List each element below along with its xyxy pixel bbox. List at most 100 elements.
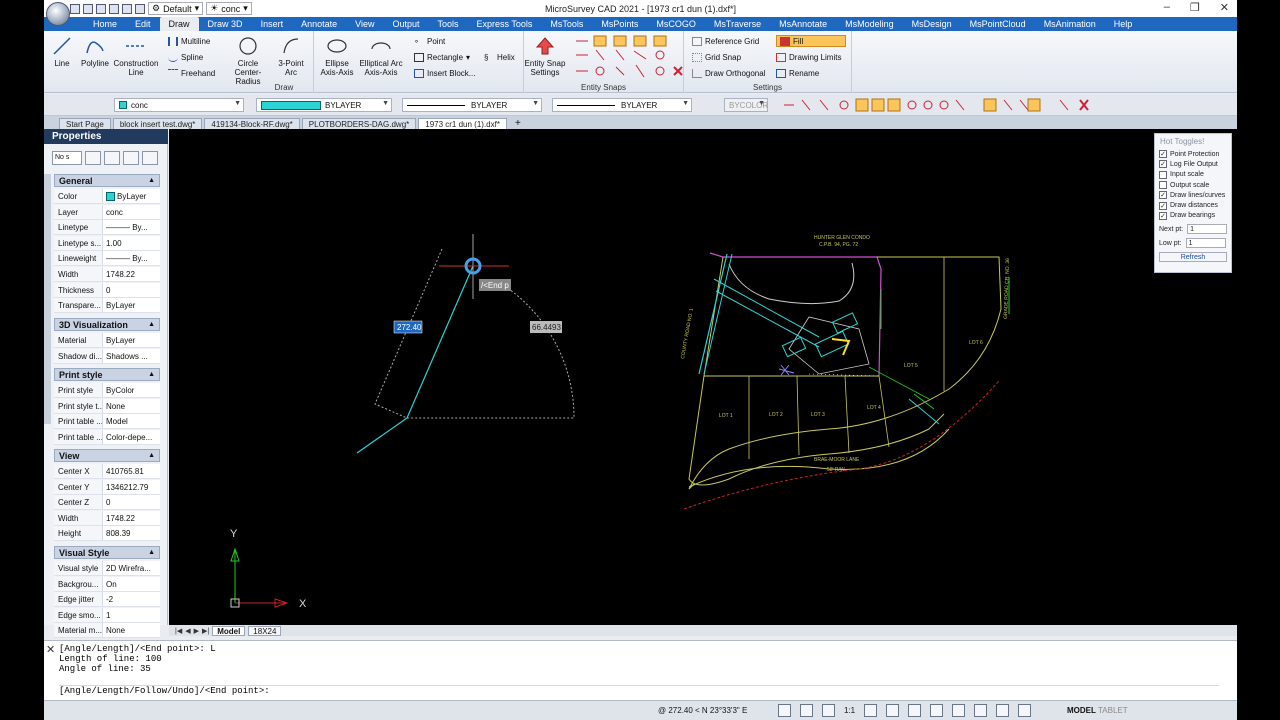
- multiline-button[interactable]: Multiline: [168, 35, 210, 47]
- checked-icon[interactable]: ✓: [1159, 211, 1167, 220]
- toggle-checkbox[interactable]: ✓ Log File Output: [1155, 159, 1231, 169]
- property-row[interactable]: Height 808.39: [54, 526, 160, 542]
- property-row[interactable]: Print table ... Model: [54, 414, 160, 430]
- property-value[interactable]: ByLayer: [103, 298, 160, 312]
- annotation-icon[interactable]: [864, 704, 878, 717]
- linetype-combo[interactable]: BYLAYER ▼: [402, 98, 542, 112]
- property-value[interactable]: None: [103, 623, 160, 637]
- workspace-dropdown[interactable]: ⚙ Default ▾: [148, 2, 204, 15]
- rectangle-button[interactable]: Rectangle ▾: [414, 51, 470, 63]
- last-layout-icon[interactable]: ▶|: [202, 627, 209, 635]
- tab-express-tools[interactable]: Express Tools: [468, 17, 542, 31]
- toggle-checkbox[interactable]: ✓ Draw lines/curves: [1155, 190, 1231, 200]
- helix-button[interactable]: § Helix: [484, 51, 515, 63]
- tab-output[interactable]: Output: [383, 17, 428, 31]
- property-value[interactable]: ByLayer: [103, 333, 160, 347]
- doc-tab[interactable]: 1973 cr1 dun (1).dxf*: [418, 118, 507, 129]
- scale-label[interactable]: 1:1: [844, 706, 855, 715]
- osnap-toggle-icon[interactable]: [908, 704, 922, 717]
- spline-button[interactable]: Spline: [168, 51, 203, 63]
- tab-home[interactable]: Home: [84, 17, 126, 31]
- circle-button[interactable]: Circle Center-Radius: [226, 35, 270, 86]
- toggle-checkbox[interactable]: ✓ Point Protection: [1155, 149, 1231, 159]
- section-visual[interactable]: Visual Style ▲: [54, 546, 160, 559]
- command-prompt[interactable]: [Angle/Length/Follow/Undo]/<End point>:: [59, 685, 1219, 696]
- section-print[interactable]: Print style ▲: [54, 368, 160, 381]
- tab-annotate[interactable]: Annotate: [292, 17, 346, 31]
- freehand-button[interactable]: Freehand: [168, 67, 215, 79]
- first-layout-icon[interactable]: |◀: [175, 627, 182, 635]
- layer-combo[interactable]: conc ▼: [114, 98, 244, 112]
- select-objects-icon[interactable]: [104, 151, 120, 165]
- property-row[interactable]: Thickness 0: [54, 282, 160, 298]
- fill-button[interactable]: Fill: [776, 35, 846, 47]
- property-row[interactable]: Edge jitter -2: [54, 592, 160, 608]
- lineweight-combo[interactable]: BYLAYER ▼: [552, 98, 692, 112]
- new-tab-icon[interactable]: +: [515, 118, 521, 129]
- point-button[interactable]: ∘ Point: [414, 35, 445, 47]
- snap-toggle-icon[interactable]: [778, 704, 791, 717]
- property-row[interactable]: Print style ByColor: [54, 383, 160, 398]
- low-pt-input[interactable]: 1: [1185, 238, 1226, 249]
- property-value[interactable]: Color-depe...: [103, 430, 160, 444]
- tab-help[interactable]: Help: [1105, 17, 1142, 31]
- property-value[interactable]: 0: [103, 283, 160, 297]
- prev-layout-icon[interactable]: ◀: [185, 627, 190, 635]
- property-value[interactable]: 1.00: [103, 236, 160, 250]
- filter-icon[interactable]: [142, 151, 158, 165]
- undo-icon[interactable]: [122, 3, 132, 14]
- property-value[interactable]: 2D Wirefra...: [103, 561, 160, 575]
- property-value[interactable]: Model: [103, 414, 160, 428]
- collapse-icon[interactable]: ▲: [148, 319, 155, 331]
- section-view[interactable]: View ▲: [54, 449, 160, 462]
- doc-tab[interactable]: Start Page: [59, 118, 111, 129]
- property-value[interactable]: ——— By...: [103, 251, 160, 265]
- doc-tab[interactable]: PLOTBORDERS-DAG.dwg*: [301, 118, 417, 129]
- grid-toggle-icon[interactable]: [886, 704, 900, 717]
- tab-msannotate[interactable]: MsAnnotate: [770, 17, 836, 31]
- property-row[interactable]: Linetype s... 1.00: [54, 235, 160, 251]
- property-value[interactable]: ByColor: [103, 383, 160, 397]
- next-layout-icon[interactable]: ▶: [194, 627, 199, 635]
- ortho-toggle-icon[interactable]: [800, 704, 813, 717]
- property-value[interactable]: On: [103, 577, 160, 591]
- property-row[interactable]: Center Y 1346212.79: [54, 479, 160, 495]
- property-value[interactable]: conc: [103, 205, 160, 219]
- toggle-pickadd-icon[interactable]: [85, 151, 101, 165]
- tab-mstraverse[interactable]: MsTraverse: [705, 17, 770, 31]
- quick-select-icon[interactable]: [123, 151, 139, 165]
- construction-line-button[interactable]: Construction Line: [112, 35, 160, 77]
- checked-icon[interactable]: ✓: [1159, 150, 1167, 159]
- lineweight-toggle-icon[interactable]: [930, 704, 944, 717]
- property-value[interactable]: 1346212.79: [103, 480, 160, 494]
- collapse-icon[interactable]: ▲: [148, 175, 155, 187]
- model-space-label[interactable]: MODEL: [1067, 706, 1096, 715]
- collapse-icon[interactable]: ▲: [148, 450, 155, 462]
- circle-toggle-icon[interactable]: [952, 704, 966, 717]
- property-value[interactable]: 1748.22: [103, 511, 160, 525]
- polyline-button[interactable]: Polyline: [78, 35, 112, 68]
- property-row[interactable]: Width 1748.22: [54, 510, 160, 526]
- property-value[interactable]: Shadows ...: [103, 349, 160, 363]
- dynamic-input-icon[interactable]: [996, 704, 1010, 717]
- property-value[interactable]: -2: [103, 592, 160, 606]
- property-value[interactable]: ByLayer: [103, 189, 160, 203]
- section-viz[interactable]: 3D Visualization ▲: [54, 318, 160, 331]
- rename-button[interactable]: Rename: [776, 67, 819, 79]
- property-row[interactable]: Color ByLayer: [54, 189, 160, 204]
- menu-icon[interactable]: [1018, 704, 1032, 717]
- print-icon[interactable]: [109, 3, 119, 14]
- property-value[interactable]: 0: [103, 495, 160, 509]
- tab-tools[interactable]: Tools: [429, 17, 468, 31]
- property-value[interactable]: 808.39: [103, 526, 160, 540]
- tablet-label[interactable]: TABLET: [1098, 706, 1128, 715]
- refresh-button[interactable]: Refresh: [1159, 252, 1227, 263]
- property-row[interactable]: Center X 410765.81: [54, 464, 160, 479]
- ellipse-button[interactable]: Ellipse Axis-Axis: [318, 35, 356, 77]
- grid-snap-button[interactable]: Grid Snap: [692, 51, 741, 63]
- property-row[interactable]: Material ByLayer: [54, 333, 160, 348]
- property-row[interactable]: Width 1748.22: [54, 267, 160, 282]
- property-row[interactable]: Center Z0: [54, 495, 160, 511]
- toggle-checkbox[interactable]: Input scale: [1155, 170, 1231, 180]
- tab-mspoints[interactable]: MsPoints: [592, 17, 647, 31]
